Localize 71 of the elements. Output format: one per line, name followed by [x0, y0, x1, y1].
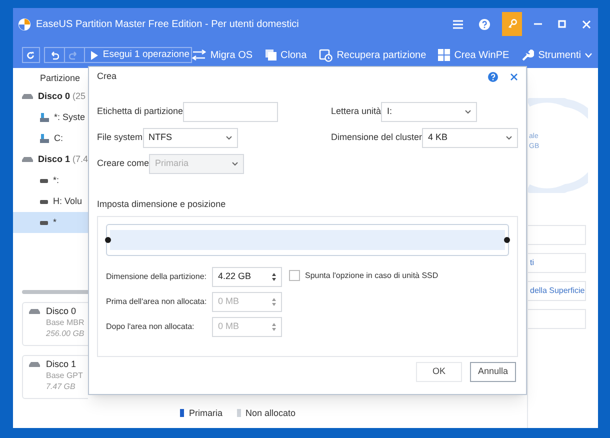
- tree-item[interactable]: *: Syste: [13, 107, 88, 128]
- refresh-icon: [26, 50, 36, 60]
- text-field[interactable]: [183, 102, 278, 122]
- chevron-icon: [585, 52, 592, 58]
- tree-item[interactable]: *: [13, 212, 88, 233]
- tree-item[interactable]: H: Volu: [13, 191, 88, 212]
- toolbar-button[interactable]: Strumenti: [521, 48, 592, 62]
- dialog-button[interactable]: Annulla: [470, 362, 516, 382]
- spinner-arrows-icon: [272, 272, 276, 280]
- checkbox[interactable]: [289, 270, 300, 280]
- field-label: Dimensione del cluster: [330, 131, 422, 144]
- disk-name: Disco 0: [46, 306, 78, 317]
- wrench-icon: [521, 48, 534, 62]
- windows-icon: [438, 49, 450, 61]
- key-icon: [508, 19, 516, 29]
- refresh-button[interactable]: [22, 47, 40, 63]
- disk-type: Base GPT: [46, 370, 83, 381]
- close-icon[interactable]: [510, 73, 518, 81]
- tree-item[interactable]: Disco 1 (7.4: [13, 149, 88, 170]
- chevron-icon: [465, 110, 471, 114]
- spin-field[interactable]: 4.22 GB: [212, 266, 282, 286]
- tree-item[interactable]: *:: [13, 170, 88, 191]
- chevron-icon: [226, 136, 232, 140]
- spinner-arrows-icon: [272, 298, 276, 306]
- field-label: Etichetta di partizione: [97, 105, 184, 118]
- field-label: Dimensione della partizione:: [106, 270, 208, 282]
- tree-item[interactable]: Disco 0 (25: [13, 86, 88, 107]
- disk-type: Base MBR: [46, 317, 84, 328]
- chevron-icon: [232, 162, 238, 166]
- column-header: Partizione: [39, 72, 82, 85]
- dropdown[interactable]: I:: [381, 102, 477, 122]
- app-logo-icon: [18, 18, 31, 30]
- copy-icon: [264, 49, 277, 61]
- disk-size: 256.00 GB: [46, 328, 84, 339]
- drive-icon: [40, 220, 48, 225]
- field-label: File system: [97, 131, 143, 144]
- window-title: EaseUS Partition Master Free Edition - Per utenti domestici: [36, 18, 299, 32]
- play-icon: [90, 50, 98, 60]
- spinner-arrows-icon: [272, 322, 276, 330]
- disk-size: 7.47 GB: [46, 381, 76, 392]
- action-button[interactable]: della Superficie: [528, 281, 586, 301]
- field-label: Lettera unità: [330, 105, 381, 118]
- toolbar-button[interactable]: Migra OS: [192, 48, 253, 62]
- system-drive-icon: [40, 113, 49, 122]
- field-label: Creare come: [97, 157, 150, 170]
- disk-name: Disco 1: [46, 359, 78, 370]
- toolbar-button[interactable]: Clona: [264, 48, 307, 62]
- key-button[interactable]: [502, 12, 522, 36]
- drive-icon: [40, 178, 48, 183]
- dialog-button[interactable]: OK: [416, 362, 462, 382]
- field-label: Dopo l'area non allocata:: [106, 320, 196, 332]
- chevron-icon: [506, 136, 512, 140]
- field-label: Prima dell'area non allocata:: [106, 296, 208, 308]
- legend-label: Non allocato: [246, 406, 296, 420]
- system-drive-icon: [40, 134, 49, 143]
- section-title: Imposta dimensione e posizione: [96, 198, 227, 211]
- toolbar-button[interactable]: Crea WinPE: [438, 48, 510, 62]
- help-icon[interactable]: [488, 72, 498, 82]
- checkbox-label: Spunta l'opzione in caso di unità SSD: [305, 270, 438, 280]
- dropdown[interactable]: NTFS: [142, 128, 238, 148]
- action-button[interactable]: ti: [528, 253, 586, 273]
- toolbar-button[interactable]: Recupera partizione: [318, 48, 426, 62]
- legend-label: Primaria: [189, 406, 223, 420]
- slider-handle[interactable]: [105, 236, 111, 242]
- slider-handle[interactable]: [504, 236, 510, 242]
- dialog-title: Crea: [97, 70, 117, 84]
- partition-slider[interactable]: [106, 224, 509, 256]
- drive-icon: [40, 199, 48, 204]
- tree-item[interactable]: C:: [13, 128, 88, 149]
- dropdown[interactable]: 4 KB: [422, 128, 518, 148]
- disk-clock-icon: [318, 48, 333, 62]
